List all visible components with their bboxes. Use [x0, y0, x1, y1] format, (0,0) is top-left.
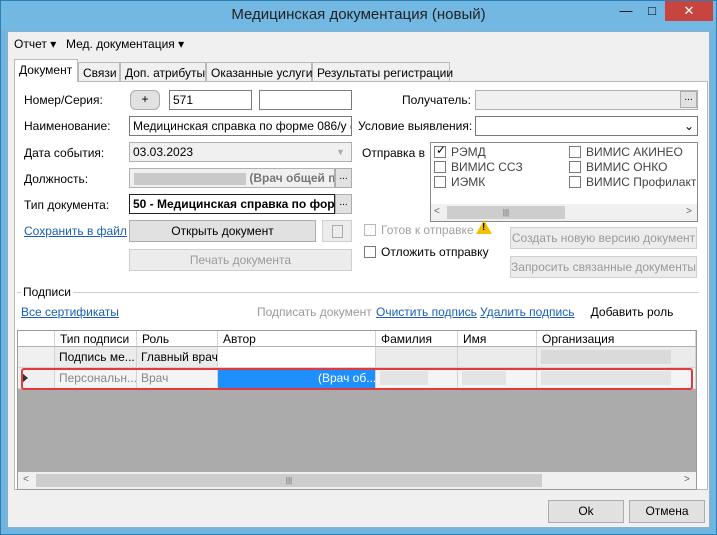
- tab-document[interactable]: Документ: [14, 59, 78, 82]
- row1-role[interactable]: Главный врач: [137, 347, 218, 368]
- checkmark-icon: ✓: [436, 143, 447, 157]
- tab-links[interactable]: Связи: [78, 62, 120, 81]
- cancel-button[interactable]: Отмена: [629, 500, 705, 523]
- scroll-right-icon[interactable]: >: [684, 474, 690, 485]
- all-certificates-link[interactable]: Все сертификаты: [21, 305, 119, 319]
- window-title: Медицинская документация (новый): [231, 6, 486, 23]
- row1-sign-type[interactable]: Подпись ме...: [55, 347, 137, 368]
- number-label: Номер/Серия:: [24, 93, 103, 107]
- chevron-down-icon: ⌄: [684, 119, 695, 133]
- tab-registration-results[interactable]: Результаты регистрации: [312, 62, 453, 81]
- doctype-field[interactable]: 50 - Медицинская справка по фор: [129, 194, 335, 214]
- postpone-send-checkbox[interactable]: [364, 246, 376, 258]
- grid-header-surname[interactable]: Фамилия: [376, 331, 458, 347]
- position-redacted: [134, 172, 246, 185]
- position-select-button[interactable]: ...: [335, 168, 352, 188]
- menu-report[interactable]: Отчет ▾: [14, 37, 56, 51]
- print-document-button[interactable]: Печать документа: [129, 249, 352, 271]
- send-vimis-ssz-label: ВИМИС ССЗ: [451, 160, 523, 174]
- row-header[interactable]: [18, 347, 55, 368]
- maximize-button[interactable]: □: [639, 1, 665, 21]
- row1-author[interactable]: [218, 347, 376, 368]
- condition-label: Условие выявления:: [358, 119, 473, 133]
- series-input[interactable]: [259, 90, 352, 110]
- document-icon: [331, 225, 343, 238]
- add-role-button[interactable]: Добавить роль: [577, 300, 687, 325]
- postpone-send-label: Отложить отправку: [381, 245, 489, 259]
- date-label: Дата события:: [24, 146, 105, 160]
- tab-services[interactable]: Оказанные услуги: [206, 62, 312, 81]
- grid-corner-header: [18, 331, 55, 347]
- sign-document-action[interactable]: Подписать документ: [257, 305, 372, 319]
- send-remd-checkbox[interactable]: ✓: [434, 143, 447, 158]
- grid-header-author[interactable]: Автор: [218, 331, 376, 347]
- ready-to-send-label: Готов к отправке: [381, 223, 474, 237]
- row1-organization[interactable]: [537, 347, 696, 368]
- signatures-divider: [17, 292, 699, 293]
- name-label: Наименование:: [24, 119, 111, 133]
- doctype-select-button[interactable]: ...: [335, 194, 352, 214]
- request-related-docs-button[interactable]: Запросить связанные документы: [510, 256, 697, 278]
- tab-extra-attributes[interactable]: Доп. атрибуты: [120, 62, 206, 81]
- ok-button[interactable]: Ok: [548, 500, 624, 523]
- recipient-field[interactable]: [475, 90, 698, 110]
- row1-organization-redacted: [541, 350, 671, 364]
- signatures-section-title: Подписи: [21, 285, 73, 299]
- scroll-left-icon[interactable]: <: [23, 474, 29, 485]
- warning-icon-mark: !: [482, 222, 486, 233]
- grid-header-sign-type[interactable]: Тип подписи: [55, 331, 137, 347]
- condition-select[interactable]: [475, 116, 698, 136]
- recipient-select-button[interactable]: ...: [680, 91, 697, 108]
- create-new-version-button[interactable]: Создать новую версию документ: [510, 227, 697, 249]
- row1-surname[interactable]: [376, 347, 458, 368]
- scroll-left-icon[interactable]: <: [434, 206, 440, 217]
- send-vimis-onko-checkbox[interactable]: [569, 161, 581, 173]
- grid-header-role[interactable]: Роль: [137, 331, 218, 347]
- row1-first-name[interactable]: [458, 347, 537, 368]
- open-document-button[interactable]: Открыть документ: [129, 220, 316, 242]
- name-input[interactable]: Медицинская справка по форме 086/у (вра: [129, 116, 352, 136]
- close-icon: ✕: [683, 3, 695, 18]
- date-field[interactable]: 03.03.2023: [129, 142, 352, 162]
- chevron-down-icon: ▼: [336, 147, 345, 157]
- doctype-label: Тип документа:: [24, 198, 110, 212]
- minimize-icon: —: [619, 3, 633, 18]
- save-to-file-link[interactable]: Сохранить в файл: [24, 224, 127, 238]
- send-vimis-ssz-checkbox[interactable]: [434, 161, 446, 173]
- send-remd-label: РЭМД: [451, 145, 486, 159]
- position-value: (Врач общей пр: [249, 171, 335, 185]
- grid-scroll-thumb[interactable]: |||: [36, 474, 542, 487]
- minimize-button[interactable]: —: [613, 1, 639, 21]
- menu-med-docs[interactable]: Мед. документация ▾: [66, 37, 184, 51]
- maximize-icon: □: [648, 3, 656, 18]
- ready-to-send-checkbox[interactable]: [364, 224, 376, 236]
- position-field[interactable]: (Врач общей пр: [129, 168, 335, 188]
- send-vimis-prof-label: ВИМИС Профилактик: [586, 175, 696, 189]
- add-number-button[interactable]: +: [130, 90, 160, 110]
- send-iemk-checkbox[interactable]: [434, 176, 446, 188]
- document-file-button[interactable]: [322, 220, 352, 242]
- grid-header-first-name[interactable]: Имя: [458, 331, 537, 347]
- send-vimis-onko-label: ВИМИС ОНКО: [586, 160, 668, 174]
- send-to-label: Отправка в: [362, 146, 425, 160]
- send-vimis-akineo-checkbox[interactable]: [569, 146, 581, 158]
- recipient-label: Получатель:: [402, 93, 471, 107]
- number-input[interactable]: 571: [169, 90, 252, 110]
- highlight-frame: [21, 368, 693, 390]
- date-value: 03.03.2023: [133, 145, 194, 159]
- delete-signature-link[interactable]: Удалить подпись: [480, 305, 575, 319]
- send-vimis-prof-checkbox[interactable]: [569, 176, 581, 188]
- send-vimis-akineo-label: ВИМИС АКИНЕО: [586, 145, 683, 159]
- scroll-right-icon[interactable]: >: [686, 206, 692, 217]
- send-list-scroll-thumb[interactable]: |||: [447, 206, 565, 219]
- plus-icon: +: [141, 92, 149, 106]
- send-iemk-label: ИЭМК: [451, 175, 486, 189]
- clear-signature-link[interactable]: Очистить подпись: [376, 305, 477, 319]
- close-button[interactable]: ✕: [665, 1, 713, 21]
- position-label: Должность:: [24, 172, 89, 186]
- grid-header-organization[interactable]: Организация: [537, 331, 696, 347]
